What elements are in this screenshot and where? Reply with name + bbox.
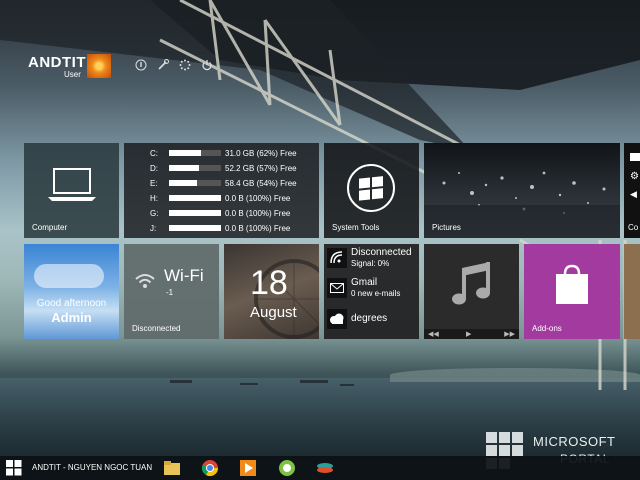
tile-pictures[interactable]: Pictures [424, 143, 620, 238]
music-controls: ◀◀ ▶ ▶▶ [424, 329, 519, 339]
tile-label: Computer [32, 223, 68, 232]
drive-letter: D: [150, 163, 158, 173]
date-month: August [250, 304, 297, 321]
wifi-title: Wi-Fi [164, 266, 204, 285]
tile-music[interactable]: ◀◀ ▶ ▶▶ [424, 244, 519, 339]
folder-icon[interactable] [163, 459, 181, 477]
weather-name: Admin [51, 310, 92, 325]
drive-free-fill [169, 210, 221, 216]
drive-free-text: 0.0 B (100%) Free [225, 208, 291, 218]
monitor-icon [630, 153, 640, 161]
drive-free-text: 52.2 GB (57%) Free [225, 163, 297, 173]
tile-weather[interactable]: Good afternoon Admin [24, 244, 119, 339]
tile-drives[interactable]: C: 31.0 GB (62%) Free D: 52.2 GB (57%) Free… [124, 143, 319, 238]
drive-free-fill [169, 225, 221, 231]
drive-free-text: 58.4 GB (54%) Free [225, 178, 297, 188]
drive-free-text: 0.0 B (100%) Free [225, 223, 291, 233]
media-player-icon[interactable] [239, 459, 257, 477]
drive-free-text: 0.0 B (100%) Free [225, 193, 291, 203]
drive-letter: J: [150, 223, 157, 233]
tile-system-tools[interactable]: System Tools [324, 143, 419, 238]
drive-letter: C: [150, 148, 158, 158]
network-status: Disconnected [351, 247, 412, 258]
tile-partial-right[interactable]: ⚙ ◀ Co [624, 143, 640, 238]
previous-icon[interactable]: ◀◀ [428, 330, 439, 338]
tile-label: Disconnected [132, 324, 181, 333]
cloud-graphic [34, 264, 104, 288]
drive-letter: G: [150, 208, 159, 218]
tile-label: Pictures [432, 223, 461, 232]
mail-icon [327, 278, 347, 298]
gear-icon: ⚙ [630, 171, 639, 182]
drive-free-fill [169, 180, 198, 186]
power-icon[interactable] [200, 58, 214, 72]
drive-letter: E: [150, 178, 158, 188]
play-icon[interactable]: ▶ [466, 330, 471, 338]
drive-letter: H: [150, 193, 158, 203]
drive-free-fill [169, 150, 202, 156]
drive-free-fill [169, 165, 199, 171]
laptop-icon [48, 168, 96, 201]
tile-label: Co [628, 223, 639, 232]
chrome-icon[interactable] [201, 459, 219, 477]
start-button[interactable] [6, 460, 22, 476]
drive-free-fill [169, 195, 221, 201]
taskbar-title: ANDTIT - NGUYEN NGOC TUAN [32, 463, 153, 472]
date-day: 18 [250, 264, 288, 302]
tile-computer[interactable]: Computer [24, 143, 119, 238]
weather-greeting: Good afternoon [36, 298, 107, 309]
speaker-icon: ◀ [630, 189, 637, 199]
watermark-line1: MICROSOFT [533, 434, 616, 449]
wrench-icon[interactable] [156, 58, 170, 72]
user-name: ANDTIT [28, 54, 86, 71]
tile-date[interactable]: 18 August [224, 244, 319, 339]
tile-status[interactable]: Disconnected Signal: 0% Gmail 0 new e-ma… [324, 244, 419, 339]
tile-addons[interactable]: Add-ons [524, 244, 620, 339]
weather-degrees: degrees [351, 313, 388, 324]
cloud-icon [327, 309, 347, 329]
drive-usage-bar [169, 195, 221, 201]
drive-free-text: 31.0 GB (62%) Free [225, 148, 297, 158]
shopping-bag-icon [556, 264, 588, 304]
next-icon[interactable]: ▶▶ [504, 330, 515, 338]
network-signal: Signal: 0% [351, 259, 390, 268]
drive-usage-bar [169, 225, 221, 231]
status-network[interactable]: Disconnected Signal: 0% [324, 246, 419, 270]
tile-label: Add-ons [532, 324, 562, 333]
status-mail[interactable]: Gmail 0 new e-mails [324, 276, 419, 300]
avatar[interactable] [87, 54, 111, 78]
mail-account: Gmail [351, 277, 378, 288]
drive-usage-bar [169, 150, 221, 156]
drive-usage-bar [169, 210, 221, 216]
tile-partial-right-2[interactable] [624, 244, 640, 339]
signal-icon [327, 248, 347, 268]
wifi-icon [135, 274, 155, 288]
info-icon[interactable] [134, 58, 148, 72]
loading-icon[interactable] [178, 58, 192, 72]
drive-usage-bar [169, 165, 221, 171]
drive-usage-bar [169, 180, 221, 186]
tile-label: System Tools [332, 223, 380, 232]
music-note-icon [452, 262, 490, 305]
mail-count: 0 new e-mails [351, 289, 401, 298]
windows-logo-icon [347, 164, 395, 212]
colorful-app-icon[interactable] [316, 459, 334, 477]
taskbar: ANDTIT - NGUYEN NGOC TUAN [0, 456, 640, 480]
tile-wifi[interactable]: Wi-Fi -1 Disconnected [124, 244, 219, 339]
green-app-icon[interactable] [278, 459, 296, 477]
user-role: User [64, 70, 81, 79]
status-weather[interactable]: degrees [324, 307, 419, 331]
wifi-value: -1 [166, 288, 174, 297]
